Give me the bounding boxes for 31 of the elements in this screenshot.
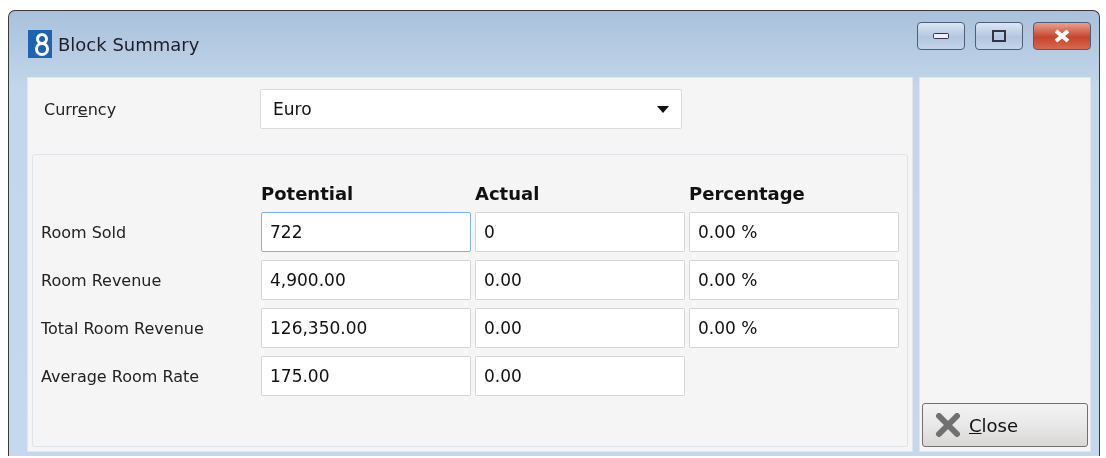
row-label: Room Sold <box>41 222 128 242</box>
value-field[interactable]: 0.00 % <box>689 212 899 252</box>
app-logo-icon <box>28 30 52 58</box>
value-field[interactable]: 0.00 % <box>689 308 899 348</box>
maximize-button[interactable] <box>975 22 1023 50</box>
minimize-button[interactable] <box>917 22 965 50</box>
column-header: Percentage <box>689 183 806 204</box>
currency-dropdown[interactable]: Euro <box>260 89 682 129</box>
column-header: Actual <box>475 183 541 204</box>
column-header: Potential <box>261 183 355 204</box>
close-icon <box>1053 29 1071 43</box>
value-field[interactable]: 0 <box>475 212 685 252</box>
maximize-icon <box>992 30 1006 42</box>
value-field[interactable]: 722 <box>261 212 471 252</box>
close-x-icon <box>935 413 961 437</box>
value-field[interactable]: 0.00 <box>475 356 685 396</box>
close-button[interactable]: Close <box>922 403 1088 447</box>
dropdown-arrow-icon <box>657 105 669 113</box>
value-field[interactable]: 0.00 <box>475 260 685 300</box>
currency-label: Currency <box>44 99 118 119</box>
row-label: Total Room Revenue <box>41 318 205 338</box>
value-field[interactable]: 4,900.00 <box>261 260 471 300</box>
value-field[interactable]: 0.00 % <box>689 260 899 300</box>
value-field[interactable]: 126,350.00 <box>261 308 471 348</box>
minimize-icon <box>933 33 949 39</box>
value-field[interactable]: 0.00 <box>475 308 685 348</box>
row-label: Room Revenue <box>41 270 163 290</box>
row-label: Average Room Rate <box>41 366 201 386</box>
value-field[interactable]: 175.00 <box>261 356 471 396</box>
close-window-button[interactable] <box>1033 22 1091 50</box>
window-title: Block Summary <box>58 33 201 55</box>
